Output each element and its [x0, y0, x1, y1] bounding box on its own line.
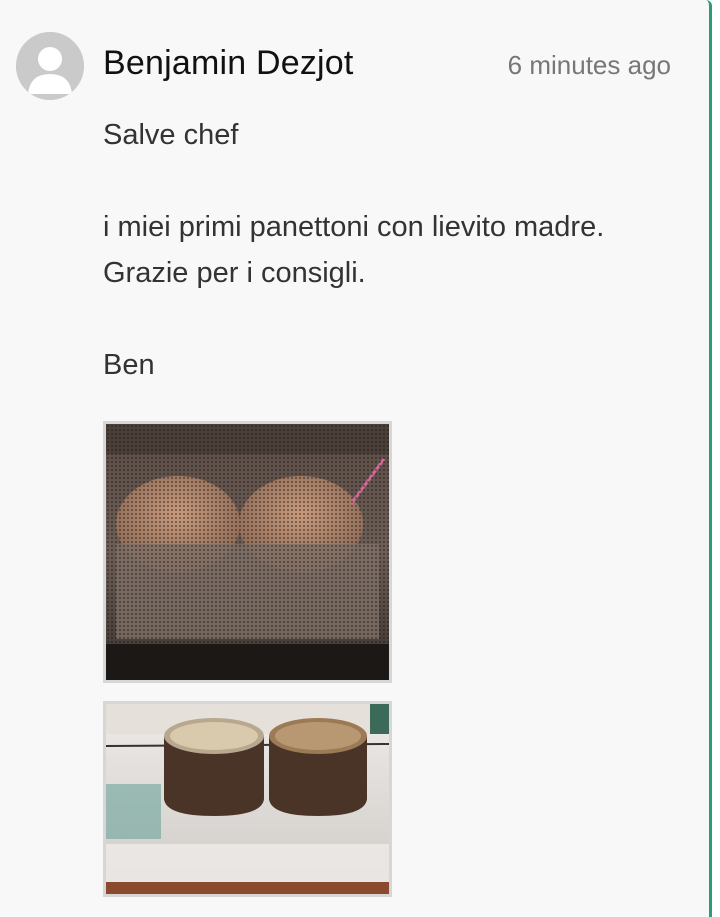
comment-signature: Ben	[103, 349, 155, 381]
attachment-photo-oven[interactable]	[103, 421, 392, 683]
default-user-icon	[16, 32, 84, 100]
avatar[interactable]	[16, 32, 84, 100]
attachment-photo-cooling[interactable]	[103, 701, 392, 897]
comment-line: Grazie per i consigli.	[103, 257, 366, 289]
comment-card: Benjamin Dezjot 6 minutes ago Salve chef…	[0, 0, 712, 917]
comment-body: Salve chef i miei primi panettoni con li…	[103, 112, 683, 388]
comment-line: Salve chef	[103, 119, 239, 151]
comment-line: i miei primi panettoni con lievito madre…	[103, 211, 605, 243]
comment-author[interactable]: Benjamin Dezjot	[103, 44, 354, 83]
comment-timestamp[interactable]: 6 minutes ago	[508, 50, 671, 81]
